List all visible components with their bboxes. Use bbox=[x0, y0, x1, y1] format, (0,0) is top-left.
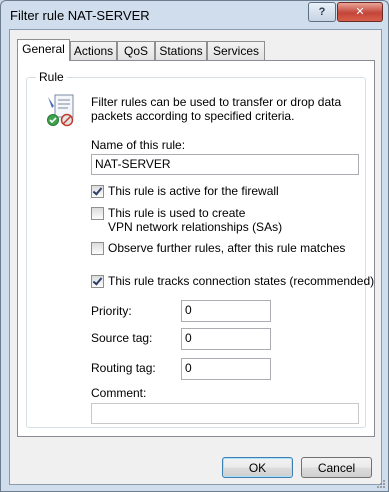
cancel-button[interactable]: Cancel bbox=[301, 457, 372, 478]
observe-rules-label: Observe further rules, after this rule m… bbox=[108, 241, 346, 255]
tab-qos[interactable]: QoS bbox=[117, 41, 155, 60]
close-button[interactable]: ✕ bbox=[337, 2, 383, 22]
help-button[interactable]: ? bbox=[308, 2, 336, 22]
rule-group-label: Rule bbox=[36, 70, 67, 84]
observe-rules-checkbox[interactable] bbox=[91, 242, 104, 255]
active-firewall-label: This rule is active for the firewall bbox=[108, 184, 279, 198]
tab-actions[interactable]: Actions bbox=[70, 41, 117, 60]
rule-name-input[interactable]: NAT-SERVER bbox=[91, 154, 359, 175]
source-tag-input[interactable]: 0 bbox=[181, 328, 271, 350]
source-tag-label: Source tag: bbox=[91, 331, 153, 345]
routing-tag-input[interactable]: 0 bbox=[181, 358, 271, 380]
track-states-label: This rule tracks connection states (reco… bbox=[108, 274, 375, 288]
window-title: Filter rule NAT-SERVER bbox=[10, 8, 150, 23]
priority-label: Priority: bbox=[91, 304, 132, 318]
vpn-sa-checkbox[interactable] bbox=[91, 207, 104, 220]
vpn-sa-label-line1: This rule is used to create bbox=[108, 206, 246, 220]
priority-input[interactable]: 0 bbox=[181, 300, 271, 322]
rule-group: Rule Filter rules can be used to transfe… bbox=[26, 70, 374, 428]
rule-description: Filter rules can be used to transfer or … bbox=[91, 95, 342, 123]
comment-label: Comment: bbox=[91, 386, 147, 400]
tab-panel-general: Rule Filter rules can be used to transfe… bbox=[17, 60, 375, 437]
dialog-window: Filter rule NAT-SERVER ? ✕ General Actio… bbox=[0, 0, 389, 492]
rule-name-label: Name of this rule: bbox=[91, 138, 186, 152]
tab-general[interactable]: General bbox=[17, 39, 70, 61]
track-states-checkbox[interactable] bbox=[91, 275, 104, 288]
resize-grip-icon[interactable] bbox=[376, 479, 386, 489]
filter-rule-icon bbox=[47, 94, 74, 127]
tab-stations[interactable]: Stations bbox=[155, 41, 207, 60]
ok-button[interactable]: OK bbox=[222, 457, 293, 478]
title-bar[interactable]: Filter rule NAT-SERVER ? ✕ bbox=[1, 1, 388, 29]
tab-services[interactable]: Services bbox=[207, 41, 265, 60]
comment-input[interactable] bbox=[91, 403, 359, 424]
routing-tag-label: Routing tag: bbox=[91, 361, 156, 375]
dialog-client-area: General Actions QoS Stations Services Ru… bbox=[9, 29, 382, 485]
active-firewall-checkbox[interactable] bbox=[91, 185, 104, 198]
vpn-sa-label-line2: VPN network relationships (SAs) bbox=[108, 220, 283, 234]
